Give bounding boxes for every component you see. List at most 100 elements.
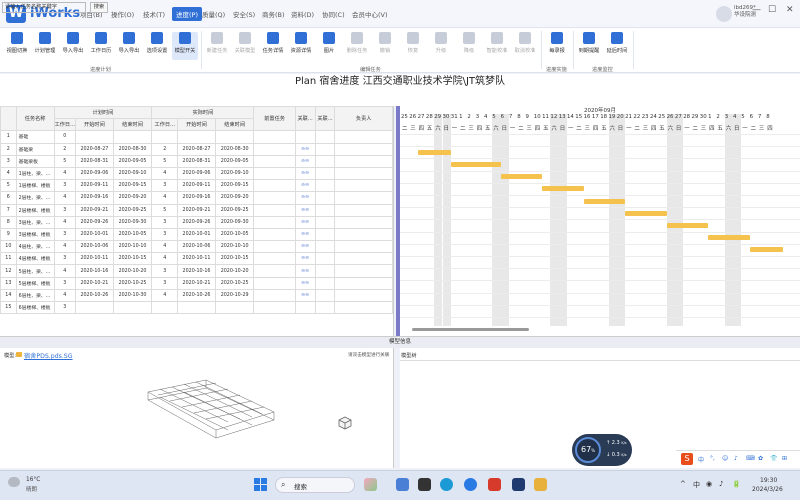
cell-ae[interactable]: 2020-10-20 [214,264,255,278]
ribbon-button-0-3[interactable]: 工作日历 [88,32,114,54]
cell-ps[interactable] [75,130,114,144]
plan-end-header[interactable]: 结束时间 [112,118,153,132]
cell-pe[interactable]: 2020-08-30 [112,142,153,156]
cell-pd[interactable]: 3 [53,179,77,193]
cell-ae[interactable] [214,130,255,144]
cell-no[interactable]: 13 [0,276,17,290]
cell-pd[interactable]: 4 [53,166,77,181]
cell-no[interactable]: 11 [0,252,17,266]
cell-ae[interactable]: 2020-10-29 [214,288,255,303]
cell-link2[interactable] [314,240,336,254]
cell-ps[interactable]: 2020-10-01 [75,227,114,242]
cell-pe[interactable] [112,130,153,144]
cell-owner[interactable] [334,288,393,303]
taskbar-search[interactable] [275,477,355,493]
app-store-icon[interactable] [396,478,409,491]
system-tray-icon-3[interactable]: ♪ [719,480,723,488]
table-row[interactable]: 1 基础 0 [0,130,393,144]
cell-pred[interactable] [253,203,296,217]
cell-owner[interactable] [334,252,393,266]
table-row[interactable]: 11 4层楼梯、楼板 3 2020-10-11 2020-10-15 4 2020-10-1… [0,252,393,266]
menu-item-7[interactable]: 资料(D) [291,9,314,19]
ribbon-button-3-0[interactable]: 到期提醒 [576,32,602,54]
edge-browser-icon[interactable] [440,478,453,491]
cell-link2[interactable] [314,130,336,144]
ribbon-button-0-4[interactable]: 导入导出 [116,32,142,54]
system-tray-icon-2[interactable]: ◉ [706,480,712,488]
cell-name[interactable]: 6层柱、梁、... [15,288,55,303]
cell-name[interactable]: 1层柱、梁、... [15,166,55,181]
cell-ps[interactable]: 2020-10-06 [75,240,114,254]
menu-item-9[interactable]: 会员中心(V) [352,9,388,19]
cell-as[interactable]: 2020-08-27 [177,142,216,156]
cell-name[interactable]: 3层楼梯、楼板 [15,227,55,242]
cell-link[interactable]: ⊖⊖ [294,264,316,278]
cell-as[interactable]: 2020-09-11 [177,179,216,193]
ribbon-button-1-7[interactable]: 恢复 [400,32,426,54]
cell-as[interactable] [177,130,216,144]
cell-ae[interactable]: 2020-09-05 [214,154,255,168]
cell-link[interactable]: ⊖⊖ [294,191,316,205]
cell-no[interactable]: 1 [0,130,17,144]
close-button[interactable]: ✕ [786,5,794,15]
ime-item-1[interactable]: °, [710,455,715,462]
ime-item-2[interactable]: ☺ [722,455,728,462]
cell-as[interactable]: 2020-09-16 [177,191,216,205]
link2-header[interactable]: 关联... [314,106,336,132]
ime-item-4[interactable]: ⌨ [746,455,755,462]
cell-link2[interactable] [314,179,336,193]
cell-owner[interactable] [334,179,393,193]
ribbon-button-3-1[interactable]: 延后时间 [604,32,630,54]
cell-pe[interactable]: 2020-09-10 [112,166,153,181]
ribbon-button-0-2[interactable]: 导入导出 [60,32,86,54]
cell-pe[interactable]: 2020-10-20 [112,264,153,278]
cell-link2[interactable] [314,276,336,290]
ribbon-button-0-0[interactable]: 视图切换 [4,32,30,54]
cell-pe[interactable] [112,300,153,315]
cell-ad[interactable]: 4 [151,166,179,181]
cell-as[interactable]: 2020-10-21 [177,276,216,290]
cell-link2[interactable] [314,300,336,315]
cell-no[interactable]: 7 [0,203,17,217]
cell-link[interactable] [294,130,316,144]
ribbon-button-1-8[interactable]: 升级 [428,32,454,54]
cell-ad[interactable]: 3 [151,179,179,193]
cell-link[interactable]: ⊖⊖ [294,203,316,217]
table-row[interactable]: 5 1层楼梯、楼板 3 2020-09-11 2020-09-15 3 2020-09-11… [0,179,393,193]
cell-pred[interactable] [253,288,296,303]
cell-no[interactable]: 2 [0,142,17,156]
iworks-app-icon[interactable] [512,478,525,491]
gantt-bar[interactable] [583,198,626,204]
cell-pe[interactable]: 2020-10-15 [112,252,153,266]
chrome-browser-icon[interactable] [464,478,477,491]
table-row[interactable]: 13 5层楼梯、楼板 3 2020-10-21 2020-10-25 3 2020-10-2… [0,276,393,290]
cell-ad[interactable] [151,300,179,315]
cell-link2[interactable] [314,264,336,278]
search-button[interactable]: 搜索 [90,2,108,13]
ribbon-button-1-4[interactable]: 图片 [316,32,342,54]
cell-pe[interactable]: 2020-09-15 [112,179,153,193]
user-avatar[interactable] [716,6,732,22]
cell-owner[interactable] [334,264,393,278]
cell-pd[interactable]: 3 [53,252,77,266]
ribbon-button-0-1[interactable]: 计划管理 [32,32,58,54]
cell-ae[interactable] [214,300,255,315]
cell-owner[interactable] [334,227,393,242]
cell-as[interactable]: 2020-09-26 [177,215,216,229]
wps-app-icon[interactable] [488,478,501,491]
cell-ae[interactable]: 2020-09-30 [214,215,255,229]
gantt-bar[interactable] [542,186,584,192]
terminal-app-icon[interactable] [418,478,431,491]
cell-pd[interactable]: 3 [53,300,77,315]
cell-pred[interactable] [253,264,296,278]
owner-header[interactable]: 负责人 [334,106,393,132]
ribbon-button-1-5[interactable]: 删除任务 [344,32,370,54]
cell-link2[interactable] [314,203,336,217]
cell-ad[interactable]: 3 [151,215,179,229]
actual-start-header[interactable]: 开始时间 [177,118,216,132]
cell-ad[interactable]: 4 [151,288,179,303]
cell-link[interactable] [294,300,316,315]
ribbon-button-0-5[interactable]: 选项设置 [144,32,170,54]
cell-name[interactable]: 4层柱、梁、... [15,240,55,254]
cell-owner[interactable] [334,203,393,217]
